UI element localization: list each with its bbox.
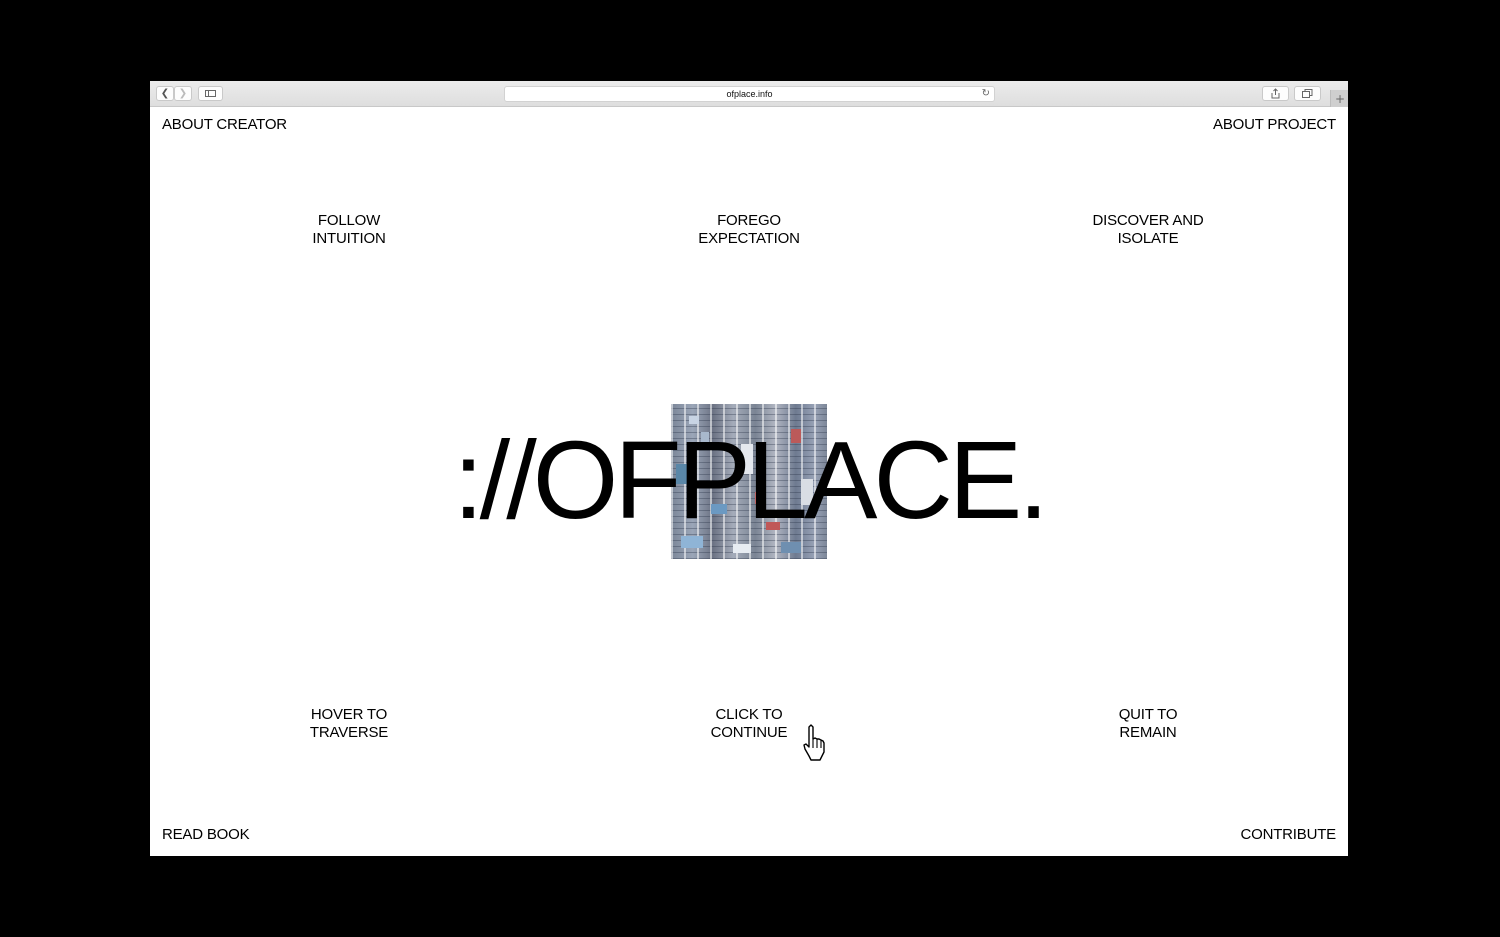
forward-icon[interactable]: ❯ <box>174 86 192 101</box>
phrase-discover-isolate: DISCOVER AND ISOLATE <box>1092 212 1204 247</box>
hero-title: ://OFPLACE. <box>453 419 1049 542</box>
about-creator-link[interactable]: ABOUT CREATOR <box>162 116 287 134</box>
back-icon[interactable]: ❮ <box>156 86 174 101</box>
address-bar[interactable]: ofplace.info ↻ <box>504 86 995 102</box>
browser-toolbar: ❮ ❯ ofplace.info ↻ + <box>150 81 1348 107</box>
tabs-icon[interactable] <box>1294 86 1321 101</box>
reload-icon[interactable]: ↻ <box>982 88 990 100</box>
sidebar-icon[interactable] <box>198 86 223 101</box>
phrase-follow-intuition: FOLLOW INTUITION <box>312 212 386 247</box>
browser-window: ❮ ❯ ofplace.info ↻ + ABOUT CREATOR ABOUT… <box>150 81 1348 856</box>
read-book-link[interactable]: READ BOOK <box>162 826 250 844</box>
hand-pointer-icon <box>803 724 825 761</box>
contribute-link[interactable]: CONTRIBUTE <box>1240 826 1336 844</box>
phrase-hover-traverse: HOVER TO TRAVERSE <box>309 706 389 741</box>
new-tab-icon[interactable]: + <box>1330 90 1348 107</box>
about-project-link[interactable]: ABOUT PROJECT <box>1213 116 1336 134</box>
url-text: ofplace.info <box>726 89 773 99</box>
phrase-forego-expectation: FOREGO EXPECTATION <box>698 212 800 247</box>
share-icon[interactable] <box>1262 86 1289 101</box>
phrase-quit-remain: QUIT TO REMAIN <box>1118 706 1178 741</box>
